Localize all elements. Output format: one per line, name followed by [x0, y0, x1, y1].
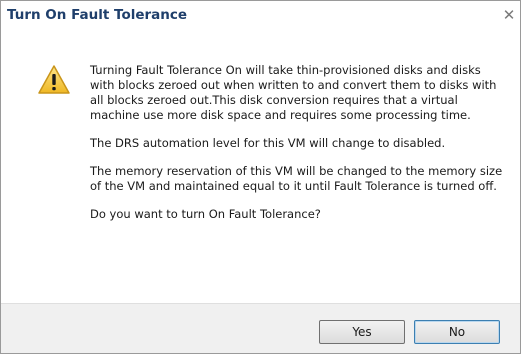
- message-text: Turning Fault Tolerance On will take thi…: [90, 63, 508, 235]
- no-button[interactable]: No: [414, 320, 500, 344]
- message-paragraph-memory: The memory reservation of this VM will b…: [90, 164, 503, 193]
- yes-button[interactable]: Yes: [319, 320, 405, 344]
- message-paragraph-question: Do you want to turn On Fault Tolerance?: [90, 207, 321, 221]
- dialog-title: Turn On Fault Tolerance: [7, 7, 188, 23]
- dialog-body: Turning Fault Tolerance On will take thi…: [1, 30, 520, 303]
- message-paragraph-drs: The DRS automation level for this VM wil…: [90, 136, 446, 150]
- title-bar: Turn On Fault Tolerance ✕: [1, 1, 520, 30]
- warning-icon: [38, 65, 70, 94]
- close-icon[interactable]: ✕: [500, 6, 518, 24]
- message-paragraph-conversion: Turning Fault Tolerance On will take thi…: [90, 63, 497, 122]
- button-bar: Yes No: [1, 303, 520, 353]
- fault-tolerance-dialog: Turn On Fault Tolerance ✕ Turning Fault …: [0, 0, 521, 354]
